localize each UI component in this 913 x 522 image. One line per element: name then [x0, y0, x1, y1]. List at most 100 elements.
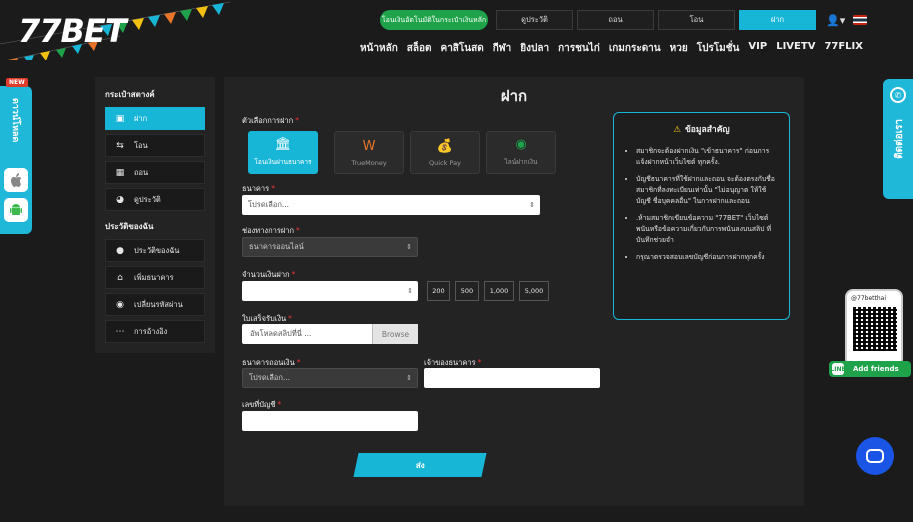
- quick-amount-5000[interactable]: 5,000: [519, 281, 549, 301]
- method-label-text: TrueMoney: [351, 159, 387, 167]
- nav-slots[interactable]: สล็อต: [407, 41, 432, 56]
- main-nav: หน้าหลัก สล็อต คาสิโนสด กีฬา ยิงปลา การช…: [351, 41, 863, 56]
- app-download-tab[interactable]: NEW ดาวน์โหลด: [0, 78, 32, 234]
- select-arrow-icon: ⇕: [529, 201, 535, 209]
- transfer-button[interactable]: โอน: [658, 10, 735, 30]
- select-arrow-icon: ⇕: [406, 374, 412, 382]
- nav-cockfight[interactable]: การชนไก่: [558, 41, 600, 56]
- nav-77flix[interactable]: 77FLIX: [824, 41, 863, 56]
- nav-lottery[interactable]: หวย: [670, 41, 688, 56]
- deposit-button[interactable]: ฝาก: [739, 10, 816, 30]
- site-header: 77BET โอนเงินอัตโนมัติในกระเป๋าเงินหลัก …: [0, 0, 913, 66]
- nav-livetv[interactable]: LIVETV: [776, 41, 815, 56]
- quick-amount-500[interactable]: 500: [455, 281, 479, 301]
- sidebar-item-label: ประวัติของฉัน: [134, 245, 180, 255]
- sidebar-item-transfer[interactable]: ⇆ โอน: [105, 134, 205, 157]
- method-label: ตัวเลือกการฝาก *: [242, 116, 299, 125]
- transfer-icon: ⇆: [116, 140, 124, 151]
- nav-sports[interactable]: กีฬา: [493, 41, 512, 56]
- account-sidebar: กระเป๋าสตางค์ ▣ ฝาก ⇆ โอน ▦ ถอน ◕ ดูประว…: [95, 77, 215, 353]
- channel-select[interactable]: ธนาคารออนไลน์ ⇕: [242, 237, 418, 257]
- phone-frame: @77betthai: [845, 289, 903, 367]
- header-actions: โอนเงินอัตโนมัติในกระเป๋าเงินหลัก ดูประว…: [380, 10, 868, 30]
- quick-amount-200[interactable]: 200: [427, 281, 450, 301]
- sidebar-item-add-bank[interactable]: ⌂ เพิ่มธนาคาร: [105, 266, 205, 289]
- channel-label: ช่องทางการฝาก *: [242, 226, 300, 235]
- user-menu-icon[interactable]: 👤▾: [826, 14, 845, 27]
- history-button[interactable]: ดูประวัติ: [496, 10, 573, 30]
- moneybag-icon: 💰: [436, 139, 454, 154]
- wallet-icon: ▣: [115, 113, 125, 124]
- info-list: สมาชิกจะต้องฝากเงิน "เข้าธนาคาร" ก่อนการ…: [624, 146, 779, 263]
- line-icon: ◉: [515, 137, 527, 152]
- brand-logo[interactable]: 77BET: [18, 12, 127, 50]
- sidebar-item-history[interactable]: ◕ ดูประวัติ: [105, 188, 205, 211]
- submit-button[interactable]: ส่ง: [353, 453, 487, 477]
- page-title: ฝาก: [500, 87, 528, 105]
- account-owner-input[interactable]: [424, 368, 600, 388]
- profile-heading: ประวัติของฉัน: [105, 222, 154, 231]
- new-badge: NEW: [6, 78, 28, 87]
- method-truemoney[interactable]: W TrueMoney: [334, 131, 404, 174]
- method-line-deposit[interactable]: ◉ ไลน์ฝากเงิน: [486, 131, 556, 174]
- nav-promotions[interactable]: โปรโมชั่น: [697, 41, 740, 56]
- apple-icon[interactable]: [4, 168, 28, 192]
- thai-flag-icon[interactable]: [853, 15, 868, 25]
- important-info-box: ⚠ข้อมูลสำคัญ สมาชิกจะต้องฝากเงิน "เข้าธน…: [613, 112, 790, 320]
- withdraw-icon: ▦: [115, 167, 125, 178]
- account-number-input[interactable]: [242, 411, 418, 431]
- sidebar-item-change-password[interactable]: ◉ เปลี่ยนรหัสผ่าน: [105, 293, 205, 316]
- sidebar-item-withdraw[interactable]: ▦ ถอน: [105, 161, 205, 184]
- method-label-text: โอนเงินผ่านธนาคาร: [254, 158, 312, 166]
- stepper-icon[interactable]: ⇕: [407, 287, 413, 295]
- browse-button[interactable]: Browse: [372, 324, 418, 344]
- method-label-text: ไลน์ฝากเงิน: [504, 158, 538, 166]
- line-qr-widget[interactable]: @77betthai LINE Add friends: [829, 289, 911, 379]
- deposit-panel: ฝาก ตัวเลือกการฝาก * 🏛 โอนเงินผ่านธนาคาร …: [224, 77, 804, 506]
- nav-home[interactable]: หน้าหลัก: [360, 41, 398, 56]
- sidebar-item-profile[interactable]: ● ประวัติของฉัน: [105, 239, 205, 262]
- method-bank-transfer[interactable]: 🏛 โอนเงินผ่านธนาคาร: [248, 131, 318, 174]
- live-chat-button[interactable]: [856, 437, 894, 475]
- add-friends-label: Add friends: [853, 365, 899, 373]
- sidebar-item-label: เพิ่มธนาคาร: [134, 272, 174, 282]
- user-icon: ●: [116, 245, 124, 256]
- whatsapp-icon: ✆: [890, 87, 906, 103]
- chat-icon: [866, 449, 884, 463]
- auto-transfer-button[interactable]: โอนเงินอัตโนมัติในกระเป๋าเงินหลัก: [380, 10, 488, 30]
- withdraw-button[interactable]: ถอน: [577, 10, 654, 30]
- nav-fishing[interactable]: ยิงปลา: [520, 41, 549, 56]
- line-handle: @77betthai: [851, 295, 886, 302]
- select-arrow-icon: ⇕: [406, 243, 412, 251]
- qr-code: [853, 307, 897, 351]
- nav-board-games[interactable]: เกมกระดาน: [609, 41, 661, 56]
- info-item: กรุณาตรวจสอบเลขบัญชีก่อนการฝากทุกครั้ง: [636, 252, 779, 263]
- quick-amount-1000[interactable]: 1,000: [484, 281, 514, 301]
- line-icon: LINE: [830, 363, 846, 375]
- bank-add-icon: ⌂: [117, 272, 123, 283]
- method-quick-pay[interactable]: 💰 Quick Pay: [410, 131, 480, 174]
- android-icon[interactable]: [4, 198, 28, 222]
- info-item: บัญชีธนาคารที่ใช้ฝากและถอน จะต้องตรงกับช…: [636, 174, 779, 207]
- amount-input[interactable]: ⇕: [242, 281, 418, 301]
- amount-label: จำนวนเงินฝาก *: [242, 270, 296, 279]
- sidebar-item-referral[interactable]: ⋯ การอ้างอิง: [105, 320, 205, 343]
- truemoney-icon: W: [362, 139, 376, 154]
- nav-live-casino[interactable]: คาสิโนสด: [441, 41, 484, 56]
- sidebar-item-label: ถอน: [134, 167, 149, 177]
- account-number-label: เลขที่บัญชี *: [242, 400, 282, 409]
- bank-icon: 🏛: [274, 137, 292, 152]
- add-friends-button[interactable]: LINE Add friends: [829, 361, 911, 377]
- bank-select[interactable]: โปรดเลือก... ⇕: [242, 195, 540, 215]
- nav-vip[interactable]: VIP: [748, 41, 767, 56]
- info-heading: ⚠ ข้อมูลสำคัญ: [673, 125, 730, 135]
- sidebar-item-label: โอน: [134, 140, 148, 150]
- history-icon: ◕: [116, 194, 124, 205]
- slip-upload-input[interactable]: อัพโหลดสลิปที่นี่ ... Browse: [242, 324, 418, 344]
- sidebar-item-deposit[interactable]: ▣ ฝาก: [105, 107, 205, 130]
- sidebar-item-label: เปลี่ยนรหัสผ่าน: [134, 299, 183, 309]
- contact-us-tab[interactable]: ✆ ติดต่อเรา: [883, 79, 913, 199]
- info-item: สมาชิกจะต้องฝากเงิน "เข้าธนาคาร" ก่อนการ…: [636, 146, 779, 168]
- wallet-heading: กระเป๋าสตางค์: [105, 90, 155, 99]
- depositor-bank-select[interactable]: โปรดเลือก... ⇕: [242, 368, 418, 388]
